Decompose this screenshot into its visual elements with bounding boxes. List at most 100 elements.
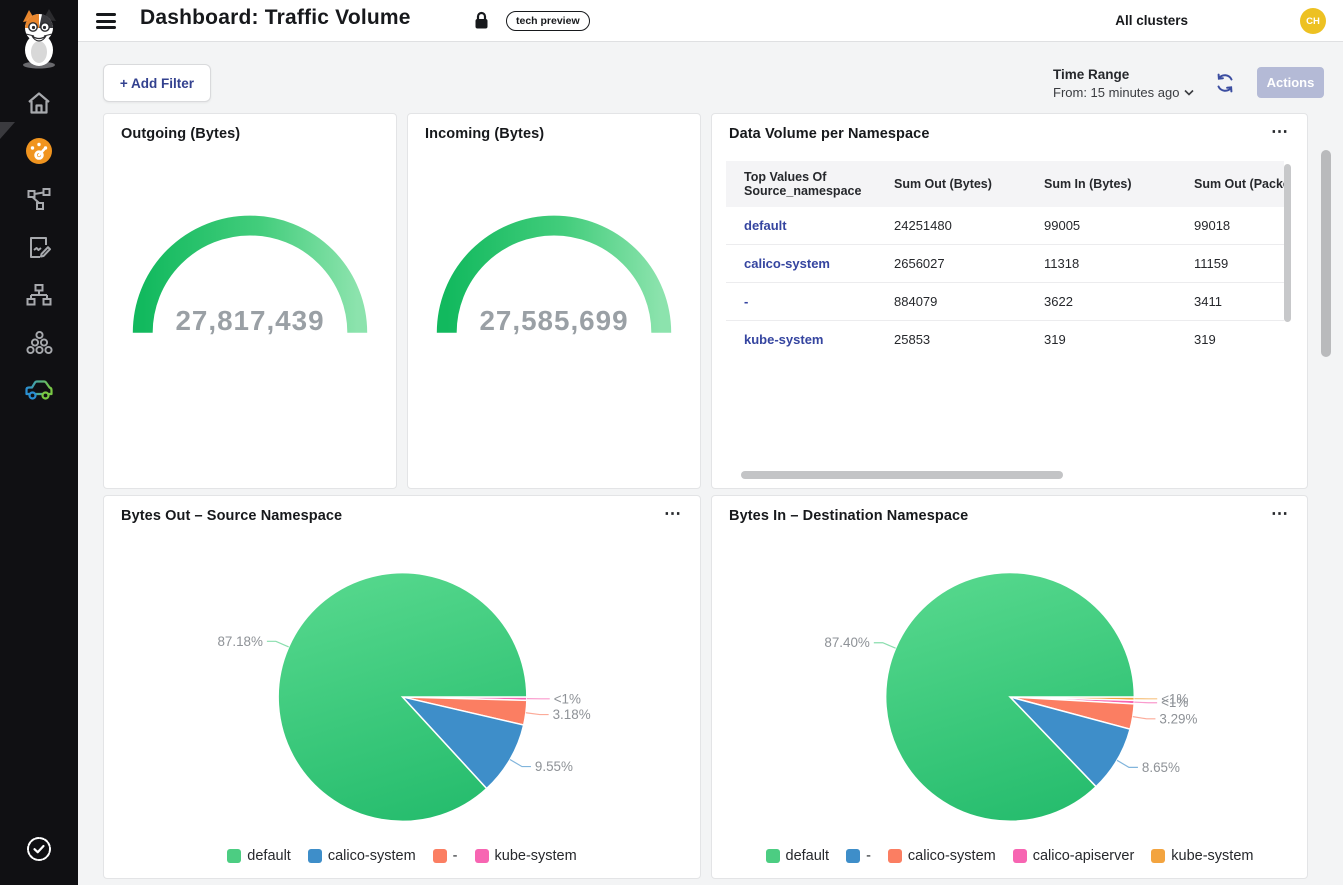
top-header: Dashboard: Traffic Volume tech preview A… [78,0,1343,42]
add-filter-button[interactable]: + Add Filter [103,64,211,102]
gauge-icon [25,137,53,165]
pie-label: 87.40% [824,635,870,650]
sidebar-item-compliance[interactable] [0,827,78,871]
legend-item--[interactable]: - [433,848,458,864]
legend-item-default[interactable]: default [227,848,291,864]
table-cell: 11318 [1026,245,1176,283]
card-bytes-in-pie: Bytes In – Destination Namespace ⋯ <1%<1… [711,495,1308,879]
legend-label: calico-system [908,848,996,864]
legend-label: calico-apiserver [1033,848,1135,864]
page-scrollbar-thumb[interactable] [1321,150,1331,357]
network-tree-icon [26,282,52,308]
outgoing-gauge: 27,817,439 [104,114,396,488]
namespace-link[interactable]: calico-system [726,245,876,283]
sidebar-item-service-graph[interactable] [0,177,78,221]
legend-item-kube-system[interactable]: kube-system [475,848,577,864]
page-title: Dashboard: Traffic Volume [140,6,411,30]
sidebar-item-policies[interactable] [0,225,78,269]
table-cell: 2656027 [876,245,1026,283]
bytes-in-pie-chart: <1%<1%3.29%8.65%87.40% [712,496,1307,878]
table-header-cell[interactable]: Top Values Of Source_namespace [726,161,876,207]
table-cell: 319 [1176,321,1284,359]
legend-item-default[interactable]: default [766,848,830,864]
sidebar-item-dashboards[interactable] [0,129,78,173]
table-cell: 3411 [1176,283,1284,321]
table-cell: 99005 [1026,207,1176,245]
calico-cat-logo[interactable] [12,8,66,70]
table-header-cell[interactable]: Sum Out (Packets) [1176,161,1284,207]
incoming-gauge: 27,585,699 [408,114,700,488]
table-vertical-scrollbar[interactable] [1284,164,1291,322]
card-title: Data Volume per Namespace [729,126,929,142]
document-edit-icon [26,234,52,260]
actions-button[interactable]: Actions [1257,67,1324,98]
legend-swatch [766,849,780,863]
bytes-in-legend: default - calico-system calico-apiserver kub… [712,848,1307,864]
bytes-out-legend: default calico-system - kube-system [104,848,700,864]
legend-item-calico-apiserver[interactable]: calico-apiserver [1013,848,1135,864]
pie-label: 87.18% [217,634,263,649]
hamburger-menu-icon[interactable] [96,11,118,31]
pie-label: 8.65% [1142,760,1180,775]
namespace-link[interactable]: kube-system [726,321,876,359]
table-cell: 3622 [1026,283,1176,321]
sidebar-item-network[interactable] [0,273,78,317]
card-incoming-bytes: Incoming (Bytes) 27,585,699 [407,113,701,489]
table-cell: 319 [1026,321,1176,359]
legend-swatch [1151,849,1165,863]
sidebar-item-workloads[interactable] [0,321,78,365]
table-cell: 24251480 [876,207,1026,245]
namespace-link[interactable]: - [726,283,876,321]
legend-swatch [227,849,241,863]
bytes-out-pie-chart: <1%3.18%9.55%87.18% [104,496,700,878]
namespace-link[interactable]: default [726,207,876,245]
time-range-label: Time Range [1053,67,1194,82]
table-header-cell[interactable]: Sum Out (Bytes) [876,161,1026,207]
legend-item-calico-system[interactable]: calico-system [888,848,996,864]
table-cell: 25853 [876,321,1026,359]
car-icon [24,377,54,403]
time-range-value: From: 15 minutes ago [1053,85,1179,100]
network-graph-icon [26,186,52,212]
table-row: default242514809900599018 [726,207,1284,245]
lock-icon [474,11,489,30]
sidebar [0,0,78,885]
pie-label: 3.29% [1159,711,1197,726]
home-icon [26,90,52,116]
legend-label: kube-system [1171,848,1253,864]
table-row: kube-system25853319319 [726,321,1284,359]
table-horizontal-scrollbar[interactable] [741,471,1063,479]
legend-label: - [866,848,871,864]
time-range-selector[interactable]: Time Range From: 15 minutes ago [1053,67,1194,100]
pie-label: 9.55% [535,759,573,774]
refresh-button[interactable] [1215,73,1235,93]
legend-swatch [308,849,322,863]
table-cell: 884079 [876,283,1026,321]
table-row: calico-system26560271131811159 [726,245,1284,283]
sidebar-item-home[interactable] [0,81,78,125]
card-bytes-out-pie: Bytes Out – Source Namespace ⋯ <1%3.18%9… [103,495,701,879]
legend-item-kube-system[interactable]: kube-system [1151,848,1253,864]
legend-label: - [453,848,458,864]
table-cell: 99018 [1176,207,1284,245]
sidebar-item-traffic[interactable] [0,368,78,412]
chevron-down-icon [1184,89,1194,96]
tech-preview-badge: tech preview [506,11,590,31]
gauge-value: 27,585,699 [479,305,628,336]
namespace-table-body: default242514809900599018calico-system26… [726,207,1284,358]
legend-item--[interactable]: - [846,848,871,864]
legend-label: calico-system [328,848,416,864]
cluster-circles-icon [26,330,53,357]
avatar[interactable]: CH [1300,8,1326,34]
namespace-table: Top Values Of Source_namespaceSum Out (B… [726,161,1284,451]
legend-swatch [1013,849,1027,863]
legend-label: default [786,848,830,864]
table-cell: 11159 [1176,245,1284,283]
page-scrollbar-track [1326,42,1338,885]
legend-swatch [888,849,902,863]
pie-label: 3.18% [553,707,591,722]
cluster-selector[interactable]: All clusters [1115,13,1188,28]
card-menu-icon[interactable]: ⋯ [1271,122,1289,142]
legend-item-calico-system[interactable]: calico-system [308,848,416,864]
table-header-cell[interactable]: Sum In (Bytes) [1026,161,1176,207]
